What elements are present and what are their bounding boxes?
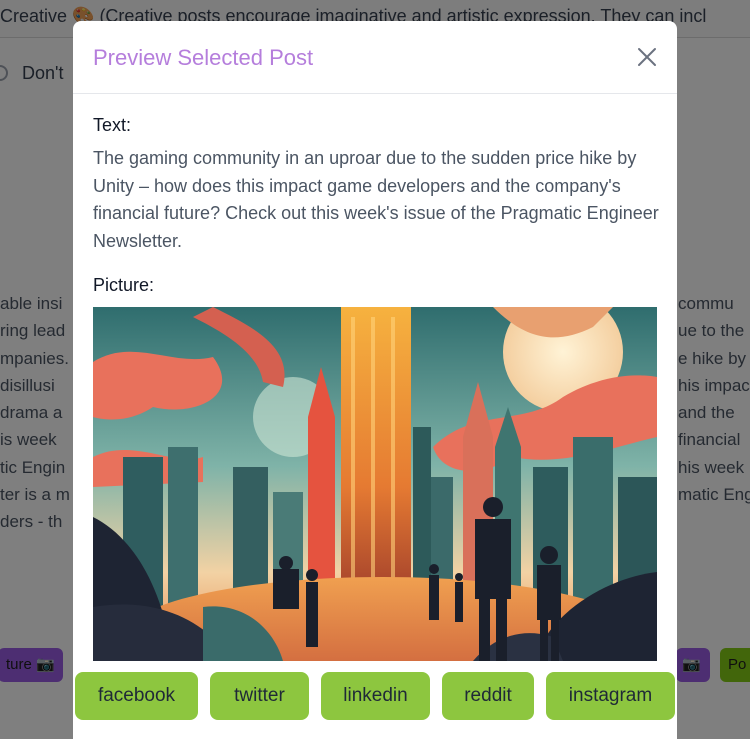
facebook-button[interactable]: facebook [75, 672, 198, 720]
post-text: The gaming community in an uproar due to… [93, 148, 659, 251]
linkedin-button[interactable]: linkedin [321, 672, 430, 720]
twitter-button[interactable]: twitter [210, 672, 309, 720]
close-icon [638, 48, 656, 66]
modal-title: Preview Selected Post [93, 45, 314, 70]
reddit-button[interactable]: reddit [442, 672, 534, 720]
instagram-button[interactable]: instagram [546, 672, 675, 720]
text-label: Text: [93, 115, 132, 135]
picture-label: Picture: [93, 275, 155, 295]
post-picture [93, 307, 657, 661]
modal-header: Preview Selected Post [73, 21, 677, 94]
close-button[interactable] [635, 45, 659, 69]
preview-modal: Preview Selected Post Text: The gaming c… [73, 21, 677, 739]
city-illustration [93, 307, 657, 661]
